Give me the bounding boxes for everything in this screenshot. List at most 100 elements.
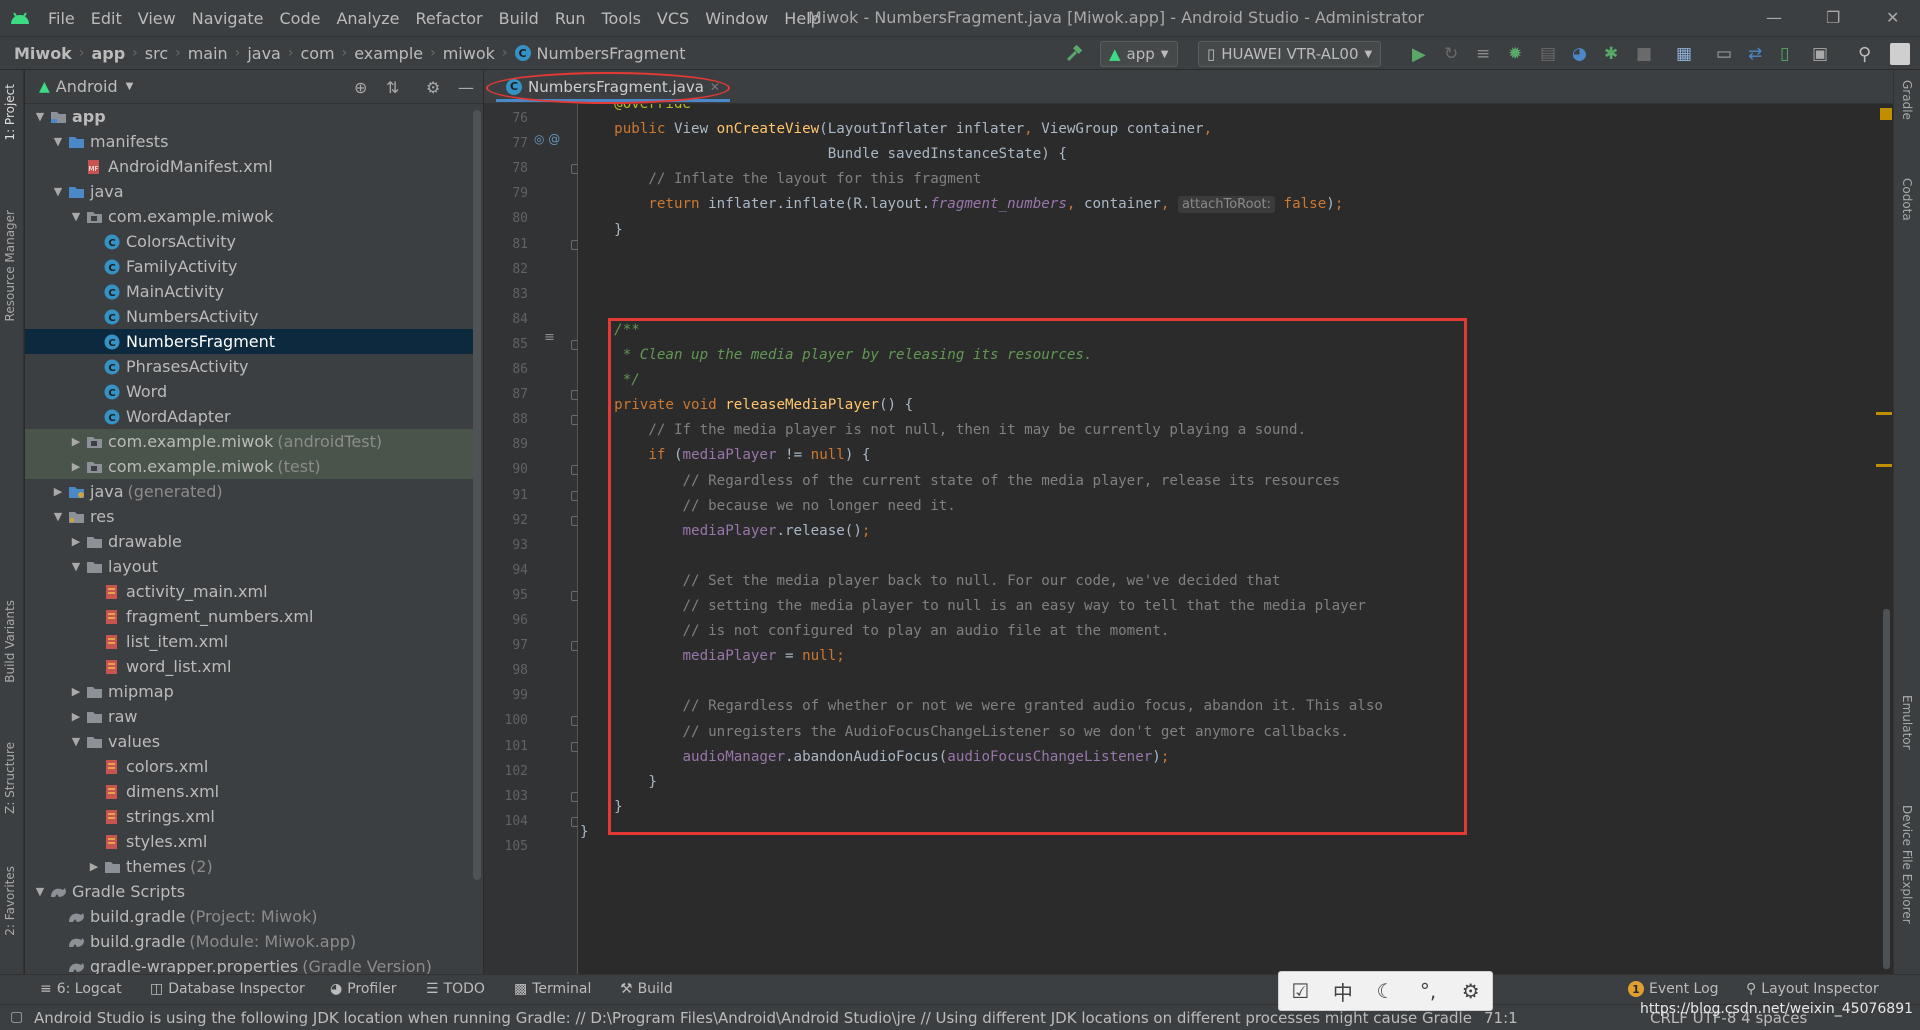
menu-item-tools[interactable]: Tools: [594, 9, 649, 28]
run-icon[interactable]: ▶: [1412, 41, 1426, 67]
tree-item[interactable]: activity_main.xml: [25, 579, 475, 604]
tree-item[interactable]: ▼ manifests: [25, 129, 475, 154]
tree-item[interactable]: build.gradle (Project: Miwok): [25, 904, 475, 929]
code-line[interactable]: Bundle savedInstanceState) {: [578, 142, 1888, 167]
chevron-down-icon[interactable]: ▼: [67, 210, 85, 223]
override-marker-icon[interactable]: ◎ @: [534, 132, 560, 146]
code-line[interactable]: [578, 268, 1888, 293]
device-manager-icon[interactable]: ▯: [1780, 41, 1789, 67]
breadcrumb-item[interactable]: NumbersFragment: [537, 44, 686, 63]
close-icon[interactable]: ✕: [1886, 8, 1899, 27]
tree-item[interactable]: ▶ mipmap: [25, 679, 475, 704]
tree-item[interactable]: ▼ java: [25, 179, 475, 204]
tool-windows-icon[interactable]: ▢: [10, 1009, 23, 1025]
error-stripe-mark[interactable]: [1876, 464, 1892, 467]
tree-item[interactable]: ▶ raw: [25, 704, 475, 729]
tree-item[interactable]: MF AndroidManifest.xml: [25, 154, 475, 179]
tree-item[interactable]: C NumbersActivity: [25, 304, 475, 329]
stop-icon[interactable]: ■: [1636, 41, 1652, 67]
tab-build-variants[interactable]: Build Variants: [3, 600, 17, 683]
tree-item[interactable]: C FamilyActivity: [25, 254, 475, 279]
caret-position[interactable]: 71:1: [1484, 1009, 1518, 1027]
tree-item[interactable]: ▶ com.example.miwok (androidTest): [25, 429, 475, 454]
code-line[interactable]: }: [578, 218, 1888, 243]
chevron-right-icon[interactable]: ▶: [67, 685, 85, 698]
code-line[interactable]: [578, 243, 1888, 268]
tree-item[interactable]: ▼ app: [25, 104, 475, 129]
chevron-down-icon[interactable]: ▼: [67, 735, 85, 748]
menu-item-run[interactable]: Run: [547, 9, 594, 28]
chevron-right-icon[interactable]: ▶: [67, 460, 85, 473]
ime-language-button[interactable]: 中: [1327, 975, 1359, 1007]
sdk-manager-icon[interactable]: ▣: [1812, 41, 1828, 67]
avatar[interactable]: [1890, 41, 1910, 67]
tool-logcat[interactable]: ≡ 6: Logcat: [40, 981, 122, 997]
tool-build[interactable]: ⚒ Build: [620, 981, 673, 997]
menu-item-analyze[interactable]: Analyze: [328, 9, 407, 28]
tree-item[interactable]: C WordAdapter: [25, 404, 475, 429]
chevron-right-icon[interactable]: ▶: [67, 535, 85, 548]
run-config-select[interactable]: ▲ app ▼: [1100, 41, 1178, 67]
chevron-right-icon[interactable]: ▶: [67, 435, 85, 448]
tree-item[interactable]: ▼ values: [25, 729, 475, 754]
breadcrumb-item[interactable]: main: [188, 44, 228, 63]
chevron-down-icon[interactable]: ▼: [49, 135, 67, 148]
tree-item[interactable]: C NumbersFragment: [25, 329, 475, 354]
code-line[interactable]: [578, 293, 1888, 318]
apply-changes-icon[interactable]: ↻: [1444, 41, 1458, 67]
breadcrumb-item[interactable]: com: [300, 44, 334, 63]
tool-database-inspector[interactable]: ◫ Database Inspector: [150, 981, 305, 997]
tool-layout-inspector[interactable]: ⚲ Layout Inspector: [1746, 981, 1879, 997]
menu-item-file[interactable]: File: [40, 9, 83, 28]
coverage-icon[interactable]: ▤: [1540, 41, 1556, 67]
apply-code-changes-icon[interactable]: ≡: [1476, 41, 1490, 67]
tool-profiler[interactable]: ◕ Profiler: [330, 981, 397, 997]
code-line[interactable]: // Inflate the layout for this fragment: [578, 167, 1888, 192]
javadoc-toggle-icon[interactable]: ≡: [544, 330, 555, 345]
code-line[interactable]: @Override: [578, 104, 1888, 117]
tree-item[interactable]: styles.xml: [25, 829, 475, 854]
code-line[interactable]: return inflater.inflate(R.layout.fragmen…: [578, 192, 1888, 217]
tree-item[interactable]: ▼ res: [25, 504, 475, 529]
code-line[interactable]: public View onCreateView(LayoutInflater …: [578, 117, 1888, 142]
attach-debugger-icon[interactable]: ✱: [1604, 41, 1618, 67]
breadcrumb-item[interactable]: app: [91, 44, 125, 63]
menu-item-navigate[interactable]: Navigate: [184, 9, 272, 28]
tree-item[interactable]: colors.xml: [25, 754, 475, 779]
avd-manager-icon[interactable]: ▭: [1716, 41, 1732, 67]
tree-item[interactable]: dimens.xml: [25, 779, 475, 804]
breadcrumb-item[interactable]: src: [145, 44, 168, 63]
project-view-select[interactable]: Android: [56, 77, 118, 96]
sync-gradle-icon[interactable]: ⇄: [1748, 41, 1762, 67]
chevron-down-icon[interactable]: ▼: [49, 185, 67, 198]
tree-item[interactable]: ▼ Gradle Scripts: [25, 879, 475, 904]
project-structure-icon[interactable]: ▦: [1676, 41, 1692, 67]
tree-item[interactable]: fragment_numbers.xml: [25, 604, 475, 629]
hide-panel-icon[interactable]: —: [458, 78, 474, 97]
make-project-hammer-icon[interactable]: [1064, 41, 1084, 67]
tool-terminal[interactable]: ▩ Terminal: [514, 981, 591, 997]
chevron-down-icon[interactable]: ▼: [31, 885, 49, 898]
device-select[interactable]: ▯ HUAWEI VTR-AL00 ▼: [1198, 41, 1382, 67]
tab-structure[interactable]: Z: Structure: [3, 742, 17, 814]
menu-item-window[interactable]: Window: [697, 9, 776, 28]
error-stripe-mark[interactable]: [1876, 412, 1892, 415]
tab-project[interactable]: 1: Project: [3, 84, 17, 141]
chevron-right-icon[interactable]: ▶: [49, 485, 67, 498]
chevron-right-icon[interactable]: ▶: [67, 710, 85, 723]
breadcrumb-item[interactable]: miwok: [443, 44, 495, 63]
tree-item[interactable]: ▶ java (generated): [25, 479, 475, 504]
tree-item[interactable]: ▶ drawable: [25, 529, 475, 554]
tree-item[interactable]: build.gradle (Module: Miwok.app): [25, 929, 475, 954]
ime-punctuation-icon[interactable]: °,: [1412, 975, 1444, 1007]
project-scrollbar[interactable]: [473, 110, 481, 880]
menu-item-build[interactable]: Build: [491, 9, 547, 28]
tree-item[interactable]: ▼ com.example.miwok: [25, 204, 475, 229]
tab-favorites[interactable]: 2: Favorites: [3, 866, 17, 936]
collapse-all-icon[interactable]: ⇅: [386, 78, 399, 97]
debug-icon[interactable]: ✹: [1508, 41, 1522, 67]
tool-event-log[interactable]: 1 Event Log: [1628, 981, 1719, 997]
tab-codota[interactable]: Codota: [1900, 178, 1914, 221]
chevron-down-icon[interactable]: ▼: [49, 510, 67, 523]
search-icon[interactable]: ⚲: [1858, 41, 1871, 67]
